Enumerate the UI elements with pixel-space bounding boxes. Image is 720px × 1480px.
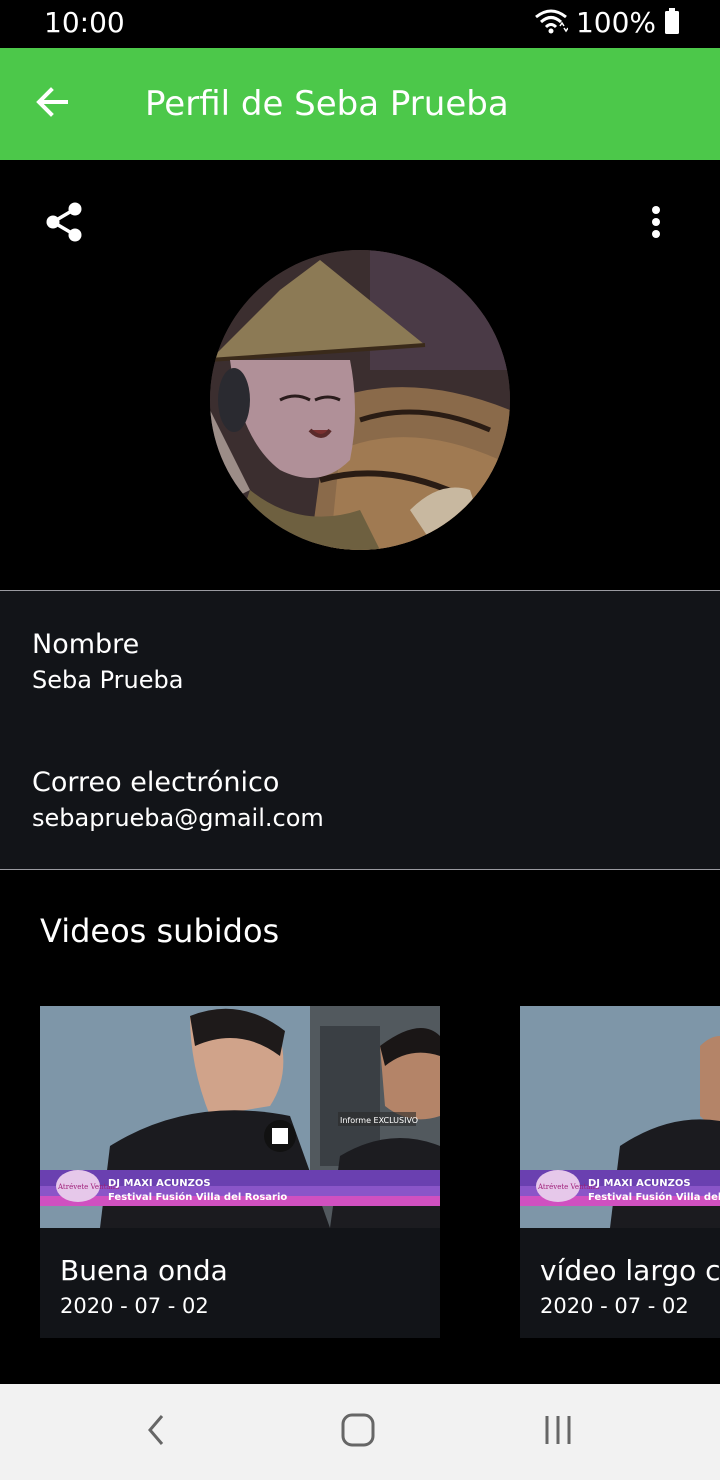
name-field: Nombre Seba Prueba [32, 629, 183, 694]
videos-section-title: Videos subidos [40, 912, 280, 950]
video-date: 2020 - 07 - 02 [540, 1294, 689, 1318]
arrow-back-icon [34, 84, 70, 124]
video-title: Buena onda [60, 1254, 228, 1287]
system-nav-bar [0, 1384, 720, 1480]
email-field: Correo electrónico sebaprueba@gmail.com [32, 767, 324, 832]
profile-info: Nombre Seba Prueba Correo electrónico se… [0, 591, 720, 869]
thumb-line: DJ MAXI ACUNZOS [108, 1178, 211, 1189]
nav-recents-button[interactable] [534, 1408, 582, 1456]
thumb-badge: Informe EXCLUSIVO [340, 1116, 418, 1125]
back-button[interactable] [22, 74, 82, 134]
more-vert-icon [650, 205, 662, 243]
thumb-line: DJ MAXI ACUNZOS [588, 1178, 691, 1189]
thumb-line: Festival Fusión Villa del Rosario [108, 1191, 287, 1203]
video-thumbnail: Atrévete Ventana DJ MAXI ACUNZOS Festiva… [520, 1006, 720, 1228]
battery-icon [664, 7, 680, 38]
thumb-line: Festival Fusión Villa del I [588, 1191, 720, 1203]
status-time: 10:00 [44, 6, 125, 39]
recents-nav-icon [540, 1412, 576, 1452]
video-date: 2020 - 07 - 02 [60, 1294, 209, 1318]
video-card[interactable]: Atrévete Ventana DJ MAXI ACUNZOS Festiva… [520, 1006, 720, 1338]
more-options-button[interactable] [628, 196, 684, 252]
avatar-image [210, 250, 510, 550]
status-icons: 100% [534, 6, 680, 39]
email-label: Correo electrónico [32, 767, 280, 798]
name-value: Seba Prueba [32, 666, 184, 694]
nav-back-button[interactable] [132, 1408, 180, 1456]
video-title: vídeo largo co [540, 1254, 720, 1287]
home-nav-icon [340, 1412, 376, 1452]
video-card[interactable]: Informe EXCLUSIVO Atrévete Ventana DJ MA… [40, 1006, 440, 1338]
status-bar: 10:00 100% [0, 0, 720, 48]
battery-percent: 100% [575, 6, 656, 39]
name-label: Nombre [32, 629, 140, 660]
wifi-icon [534, 7, 569, 39]
share-button[interactable] [36, 196, 92, 252]
avatar[interactable] [210, 250, 510, 550]
nav-home-button[interactable] [334, 1408, 382, 1456]
divider-bottom [0, 869, 720, 870]
app-bar: Perfil de Seba Prueba [0, 48, 720, 160]
video-thumbnail: Informe EXCLUSIVO Atrévete Ventana DJ MA… [40, 1006, 440, 1228]
back-nav-icon [144, 1412, 168, 1452]
email-value: sebaprueba@gmail.com [32, 804, 324, 832]
page-title: Perfil de Seba Prueba [145, 84, 509, 124]
share-icon [44, 201, 84, 247]
